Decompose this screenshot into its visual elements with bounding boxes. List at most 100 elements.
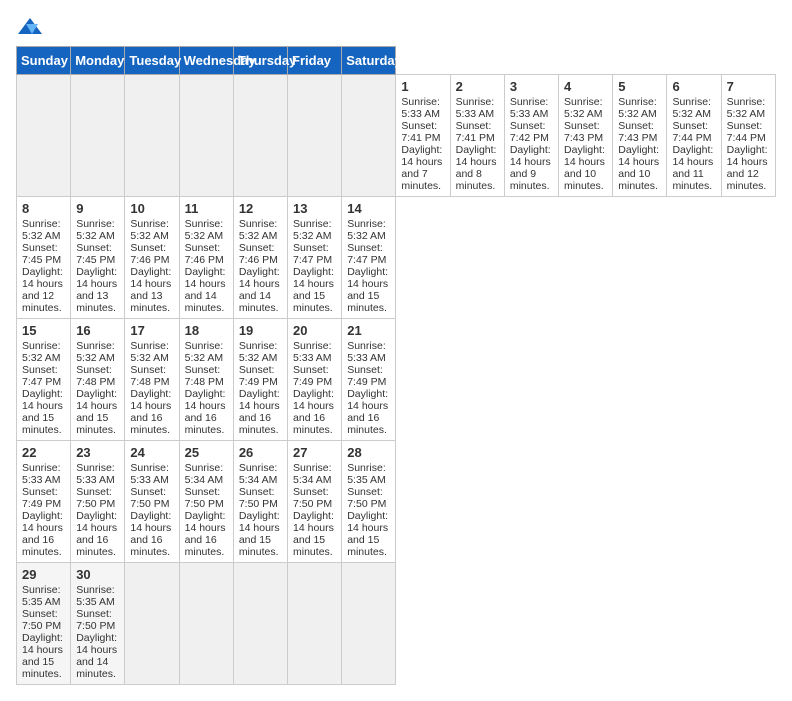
day-number: 21 <box>347 323 390 338</box>
calendar-day-22: 22Sunrise: 5:33 AMSunset: 7:49 PMDayligh… <box>17 441 71 563</box>
empty-day-cell <box>233 563 287 685</box>
daylight-text-2: and 15 minutes. <box>293 290 333 314</box>
daylight-text: Daylight: 14 hours <box>130 388 171 412</box>
sunset-text: Sunset: 7:46 PM <box>130 242 169 266</box>
sunset-text: Sunset: 7:49 PM <box>239 364 278 388</box>
sunrise-text: Sunrise: 5:32 AM <box>22 340 61 364</box>
sunset-text: Sunset: 7:48 PM <box>185 364 224 388</box>
daylight-text-2: and 16 minutes. <box>293 412 333 436</box>
calendar-day-11: 11Sunrise: 5:32 AMSunset: 7:46 PMDayligh… <box>179 197 233 319</box>
daylight-text: Daylight: 14 hours <box>618 144 659 168</box>
sunrise-text: Sunrise: 5:32 AM <box>239 218 278 242</box>
daylight-text: Daylight: 14 hours <box>456 144 497 168</box>
calendar-week-3: 15Sunrise: 5:32 AMSunset: 7:47 PMDayligh… <box>17 319 776 441</box>
empty-day-cell <box>342 75 396 197</box>
calendar-day-14: 14Sunrise: 5:32 AMSunset: 7:47 PMDayligh… <box>342 197 396 319</box>
day-number: 28 <box>347 445 390 460</box>
sunset-text: Sunset: 7:48 PM <box>76 364 115 388</box>
sunrise-text: Sunrise: 5:32 AM <box>22 218 61 242</box>
day-number: 26 <box>239 445 282 460</box>
calendar-day-23: 23Sunrise: 5:33 AMSunset: 7:50 PMDayligh… <box>71 441 125 563</box>
sunrise-text: Sunrise: 5:33 AM <box>130 462 169 486</box>
sunset-text: Sunset: 7:43 PM <box>618 120 657 144</box>
day-number: 23 <box>76 445 119 460</box>
calendar-header: SundayMondayTuesdayWednesdayThursdayFrid… <box>17 47 776 75</box>
sunrise-text: Sunrise: 5:33 AM <box>347 340 386 364</box>
calendar-day-15: 15Sunrise: 5:32 AMSunset: 7:47 PMDayligh… <box>17 319 71 441</box>
day-number: 10 <box>130 201 173 216</box>
daylight-text-2: and 12 minutes. <box>727 168 767 192</box>
day-number: 22 <box>22 445 65 460</box>
sunrise-text: Sunrise: 5:32 AM <box>672 96 711 120</box>
day-number: 8 <box>22 201 65 216</box>
calendar-day-16: 16Sunrise: 5:32 AMSunset: 7:48 PMDayligh… <box>71 319 125 441</box>
day-number: 29 <box>22 567 65 582</box>
sunrise-text: Sunrise: 5:34 AM <box>239 462 278 486</box>
sunset-text: Sunset: 7:50 PM <box>293 486 332 510</box>
day-number: 9 <box>76 201 119 216</box>
day-number: 18 <box>185 323 228 338</box>
sunrise-text: Sunrise: 5:32 AM <box>185 218 224 242</box>
day-header-sunday: Sunday <box>17 47 71 75</box>
daylight-text: Daylight: 14 hours <box>727 144 768 168</box>
calendar-day-2: 2Sunrise: 5:33 AMSunset: 7:41 PMDaylight… <box>450 75 504 197</box>
calendar-day-20: 20Sunrise: 5:33 AMSunset: 7:49 PMDayligh… <box>288 319 342 441</box>
sunset-text: Sunset: 7:50 PM <box>185 486 224 510</box>
calendar-day-12: 12Sunrise: 5:32 AMSunset: 7:46 PMDayligh… <box>233 197 287 319</box>
calendar-day-6: 6Sunrise: 5:32 AMSunset: 7:44 PMDaylight… <box>667 75 721 197</box>
sunrise-text: Sunrise: 5:35 AM <box>347 462 386 486</box>
header <box>16 16 776 38</box>
daylight-text-2: and 13 minutes. <box>76 290 116 314</box>
daylight-text: Daylight: 14 hours <box>22 510 63 534</box>
sunrise-text: Sunrise: 5:32 AM <box>293 218 332 242</box>
empty-day-cell <box>71 75 125 197</box>
sunrise-text: Sunrise: 5:32 AM <box>618 96 657 120</box>
empty-day-cell <box>342 563 396 685</box>
day-header-monday: Monday <box>71 47 125 75</box>
daylight-text-2: and 10 minutes. <box>564 168 604 192</box>
sunset-text: Sunset: 7:46 PM <box>239 242 278 266</box>
calendar-day-29: 29Sunrise: 5:35 AMSunset: 7:50 PMDayligh… <box>17 563 71 685</box>
daylight-text: Daylight: 14 hours <box>347 266 388 290</box>
daylight-text-2: and 8 minutes. <box>456 168 496 192</box>
sunrise-text: Sunrise: 5:35 AM <box>76 584 115 608</box>
day-number: 13 <box>293 201 336 216</box>
sunset-text: Sunset: 7:44 PM <box>672 120 711 144</box>
daylight-text: Daylight: 14 hours <box>347 388 388 412</box>
daylight-text-2: and 16 minutes. <box>130 412 170 436</box>
day-number: 27 <box>293 445 336 460</box>
sunset-text: Sunset: 7:48 PM <box>130 364 169 388</box>
daylight-text: Daylight: 14 hours <box>185 266 226 290</box>
day-header-saturday: Saturday <box>342 47 396 75</box>
day-number: 3 <box>510 79 553 94</box>
calendar-day-10: 10Sunrise: 5:32 AMSunset: 7:46 PMDayligh… <box>125 197 179 319</box>
daylight-text: Daylight: 14 hours <box>22 388 63 412</box>
day-number: 1 <box>401 79 444 94</box>
daylight-text: Daylight: 14 hours <box>76 388 117 412</box>
calendar-day-21: 21Sunrise: 5:33 AMSunset: 7:49 PMDayligh… <box>342 319 396 441</box>
calendar-day-30: 30Sunrise: 5:35 AMSunset: 7:50 PMDayligh… <box>71 563 125 685</box>
sunset-text: Sunset: 7:45 PM <box>76 242 115 266</box>
day-number: 5 <box>618 79 661 94</box>
daylight-text: Daylight: 14 hours <box>76 510 117 534</box>
daylight-text: Daylight: 14 hours <box>401 144 442 168</box>
sunrise-text: Sunrise: 5:32 AM <box>347 218 386 242</box>
calendar-day-26: 26Sunrise: 5:34 AMSunset: 7:50 PMDayligh… <box>233 441 287 563</box>
calendar-day-17: 17Sunrise: 5:32 AMSunset: 7:48 PMDayligh… <box>125 319 179 441</box>
calendar-body: 1Sunrise: 5:33 AMSunset: 7:41 PMDaylight… <box>17 75 776 685</box>
daylight-text-2: and 16 minutes. <box>130 534 170 558</box>
calendar-day-18: 18Sunrise: 5:32 AMSunset: 7:48 PMDayligh… <box>179 319 233 441</box>
sunrise-text: Sunrise: 5:32 AM <box>185 340 224 364</box>
day-number: 2 <box>456 79 499 94</box>
sunrise-text: Sunrise: 5:34 AM <box>293 462 332 486</box>
daylight-text: Daylight: 14 hours <box>130 510 171 534</box>
sunrise-text: Sunrise: 5:33 AM <box>293 340 332 364</box>
daylight-text-2: and 12 minutes. <box>22 290 62 314</box>
calendar-day-27: 27Sunrise: 5:34 AMSunset: 7:50 PMDayligh… <box>288 441 342 563</box>
calendar-day-1: 1Sunrise: 5:33 AMSunset: 7:41 PMDaylight… <box>396 75 450 197</box>
calendar-week-2: 8 Sunrise: 5:32 AM Sunset: 7:45 PM Daylight… <box>17 197 776 319</box>
sunset-text: Sunset: 7:46 PM <box>185 242 224 266</box>
daylight-text-2: and 16 minutes. <box>347 412 387 436</box>
calendar-day-5: 5 Sunrise: 5:32 AMSunset: 7:43 PMDaylight… <box>613 75 667 197</box>
day-header-wednesday: Wednesday <box>179 47 233 75</box>
